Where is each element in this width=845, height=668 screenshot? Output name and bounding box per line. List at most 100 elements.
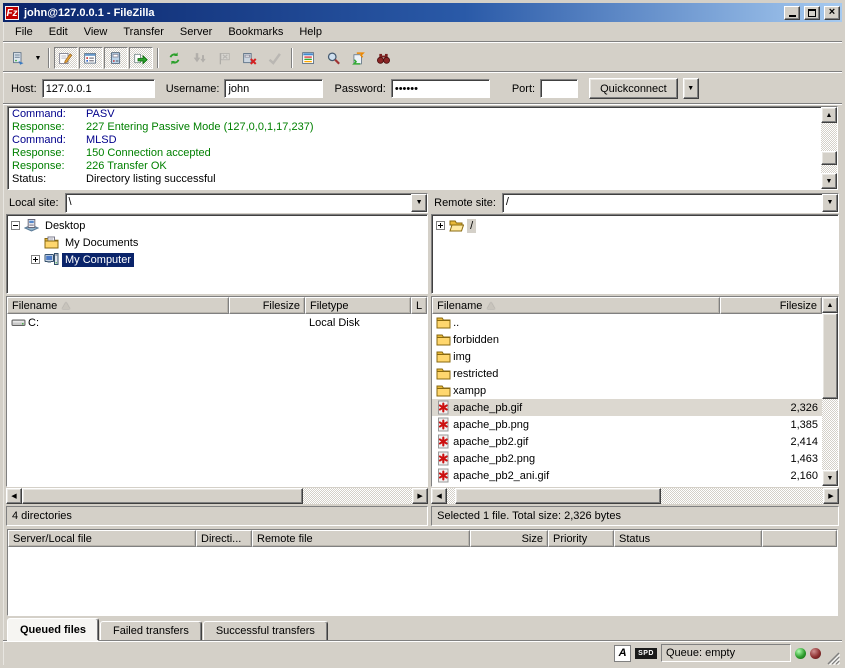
remote-status-text: Selected 1 file. Total size: 2,326 bytes xyxy=(431,506,839,526)
refresh-button[interactable] xyxy=(163,47,187,69)
remote-site-dropdown-button[interactable]: ▼ xyxy=(822,194,838,212)
column-header-filetype[interactable]: Filetype xyxy=(305,297,411,314)
scroll-right-button[interactable]: ▶ xyxy=(412,488,428,504)
transfer-type-indicator[interactable]: A xyxy=(614,645,631,662)
file-row[interactable]: forbidden xyxy=(432,331,822,348)
menu-transfer[interactable]: Transfer xyxy=(115,24,172,40)
quickconnect-button[interactable]: Quickconnect xyxy=(589,78,678,99)
port-input[interactable] xyxy=(540,79,578,98)
menu-view[interactable]: View xyxy=(76,24,116,40)
tree-item[interactable]: My Documents xyxy=(11,234,427,251)
scroll-left-button[interactable]: ◀ xyxy=(6,488,22,504)
resize-grip[interactable] xyxy=(825,650,840,665)
local-horizontal-scrollbar[interactable]: ◀▶ xyxy=(6,488,428,504)
tree-item[interactable]: Desktop xyxy=(11,217,427,234)
tab-successful-transfers[interactable]: Successful transfers xyxy=(203,621,328,641)
scroll-track[interactable] xyxy=(821,123,837,173)
tree-item[interactable]: / xyxy=(436,217,838,234)
scroll-down-button[interactable]: ▼ xyxy=(822,470,838,486)
local-site-combobox[interactable]: \▼ xyxy=(65,193,429,213)
scroll-track[interactable] xyxy=(822,313,838,470)
scroll-thumb[interactable] xyxy=(22,488,303,504)
local-site-dropdown-button[interactable]: ▼ xyxy=(411,194,427,212)
scroll-left-button[interactable]: ◀ xyxy=(431,488,447,504)
speed-limit-indicator[interactable]: SPD xyxy=(635,648,657,659)
file-row[interactable]: .. xyxy=(432,314,822,331)
quickconnect-dropdown-button[interactable]: ▼ xyxy=(683,78,699,99)
scroll-up-button[interactable]: ▲ xyxy=(822,297,838,313)
local-list-body[interactable]: C:Local Disk xyxy=(7,314,427,486)
file-row[interactable]: apache_pb2_ani.gif2,160 xyxy=(432,467,822,484)
find-button[interactable] xyxy=(372,47,396,69)
scroll-thumb[interactable] xyxy=(455,488,662,504)
expander-minus-icon[interactable] xyxy=(11,221,20,230)
toggle-transfer-queue-button[interactable] xyxy=(129,47,153,69)
host-input[interactable] xyxy=(42,79,155,98)
filter-button[interactable] xyxy=(322,47,346,69)
synchronized-browsing-button[interactable] xyxy=(347,47,371,69)
file-row[interactable]: img xyxy=(432,348,822,365)
disconnect-button[interactable] xyxy=(238,47,262,69)
directory-comparison-button[interactable] xyxy=(297,47,321,69)
column-header-filename[interactable]: Filename xyxy=(432,297,720,314)
file-row[interactable]: apache_pb2.png1,463 xyxy=(432,450,822,467)
scroll-right-button[interactable]: ▶ xyxy=(823,488,839,504)
tree-item[interactable]: My Computer xyxy=(11,251,427,268)
file-row[interactable]: apache_pb.gif2,326 xyxy=(432,399,822,416)
queue-column-size[interactable]: Size xyxy=(470,530,548,547)
file-row[interactable]: restricted xyxy=(432,365,822,382)
menu-edit[interactable]: Edit xyxy=(41,24,76,40)
column-header-filesize[interactable]: Filesize xyxy=(720,297,822,314)
file-row[interactable]: apache_pb2.gif2,414 xyxy=(432,433,822,450)
scroll-down-button[interactable]: ▼ xyxy=(821,173,837,189)
local-site-value[interactable]: \ xyxy=(66,194,412,212)
menu-bookmarks[interactable]: Bookmarks xyxy=(220,24,291,40)
tab-queued-files[interactable]: Queued files xyxy=(7,618,99,641)
remote-horizontal-scrollbar[interactable]: ◀▶ xyxy=(431,488,839,504)
queue-column-priority[interactable]: Priority xyxy=(548,530,614,547)
remote-site-combobox[interactable]: /▼ xyxy=(502,193,839,213)
tab-failed-transfers[interactable]: Failed transfers xyxy=(100,621,202,641)
site-manager-button[interactable] xyxy=(7,47,31,69)
queue-column-status[interactable]: Status xyxy=(614,530,762,547)
queue-column-remotefile[interactable]: Remote file xyxy=(252,530,470,547)
column-header-l[interactable]: L xyxy=(411,297,427,314)
tree-item-label[interactable]: My Documents xyxy=(62,236,141,250)
password-input[interactable] xyxy=(391,79,490,98)
tree-item-label[interactable]: / xyxy=(467,219,476,233)
file-row[interactable]: xampp xyxy=(432,382,822,399)
queue-body[interactable] xyxy=(8,547,837,615)
expander-plus-icon[interactable] xyxy=(436,221,445,230)
username-input[interactable] xyxy=(224,79,323,98)
remote-list-body[interactable]: ..forbiddenimgrestrictedxamppapache_pb.g… xyxy=(432,314,822,486)
menu-help[interactable]: Help xyxy=(291,24,330,40)
file-name: apache_pb2.png xyxy=(453,453,535,465)
scroll-up-button[interactable]: ▲ xyxy=(821,107,837,123)
message-log-scrollbar[interactable]: ▲ ▼ xyxy=(821,107,837,189)
scroll-thumb[interactable] xyxy=(821,151,837,165)
file-row[interactable]: C:Local Disk xyxy=(7,314,427,331)
title-bar[interactable]: Fz john@127.0.0.1 - FileZilla × xyxy=(3,3,842,22)
scroll-track[interactable] xyxy=(22,488,412,504)
remote-site-value[interactable]: / xyxy=(503,194,822,212)
site-manager-button-dropdown[interactable]: ▼ xyxy=(32,47,44,69)
queue-column-serverlocalfile[interactable]: Server/Local file xyxy=(8,530,196,547)
tree-item-label[interactable]: My Computer xyxy=(62,253,134,267)
close-button[interactable]: × xyxy=(824,6,840,20)
column-header-filename[interactable]: Filename xyxy=(7,297,229,314)
tree-item-label[interactable]: Desktop xyxy=(42,219,88,233)
queue-column-directi[interactable]: Directi... xyxy=(196,530,252,547)
menu-server[interactable]: Server xyxy=(172,24,220,40)
scroll-thumb[interactable] xyxy=(822,313,838,399)
expander-plus-icon[interactable] xyxy=(31,255,40,264)
file-row[interactable]: apache_pb.png1,385 xyxy=(432,416,822,433)
remote-vertical-scrollbar[interactable]: ▲▼ xyxy=(822,297,838,486)
maximize-button[interactable] xyxy=(804,6,820,20)
toggle-local-treeview-button[interactable] xyxy=(79,47,103,69)
scroll-track[interactable] xyxy=(447,488,823,504)
toggle-message-log-button[interactable] xyxy=(54,47,78,69)
column-header-filesize[interactable]: Filesize xyxy=(229,297,305,314)
toggle-remote-treeview-button[interactable] xyxy=(104,47,128,69)
minimize-button[interactable] xyxy=(784,6,800,20)
menu-file[interactable]: File xyxy=(7,24,41,40)
